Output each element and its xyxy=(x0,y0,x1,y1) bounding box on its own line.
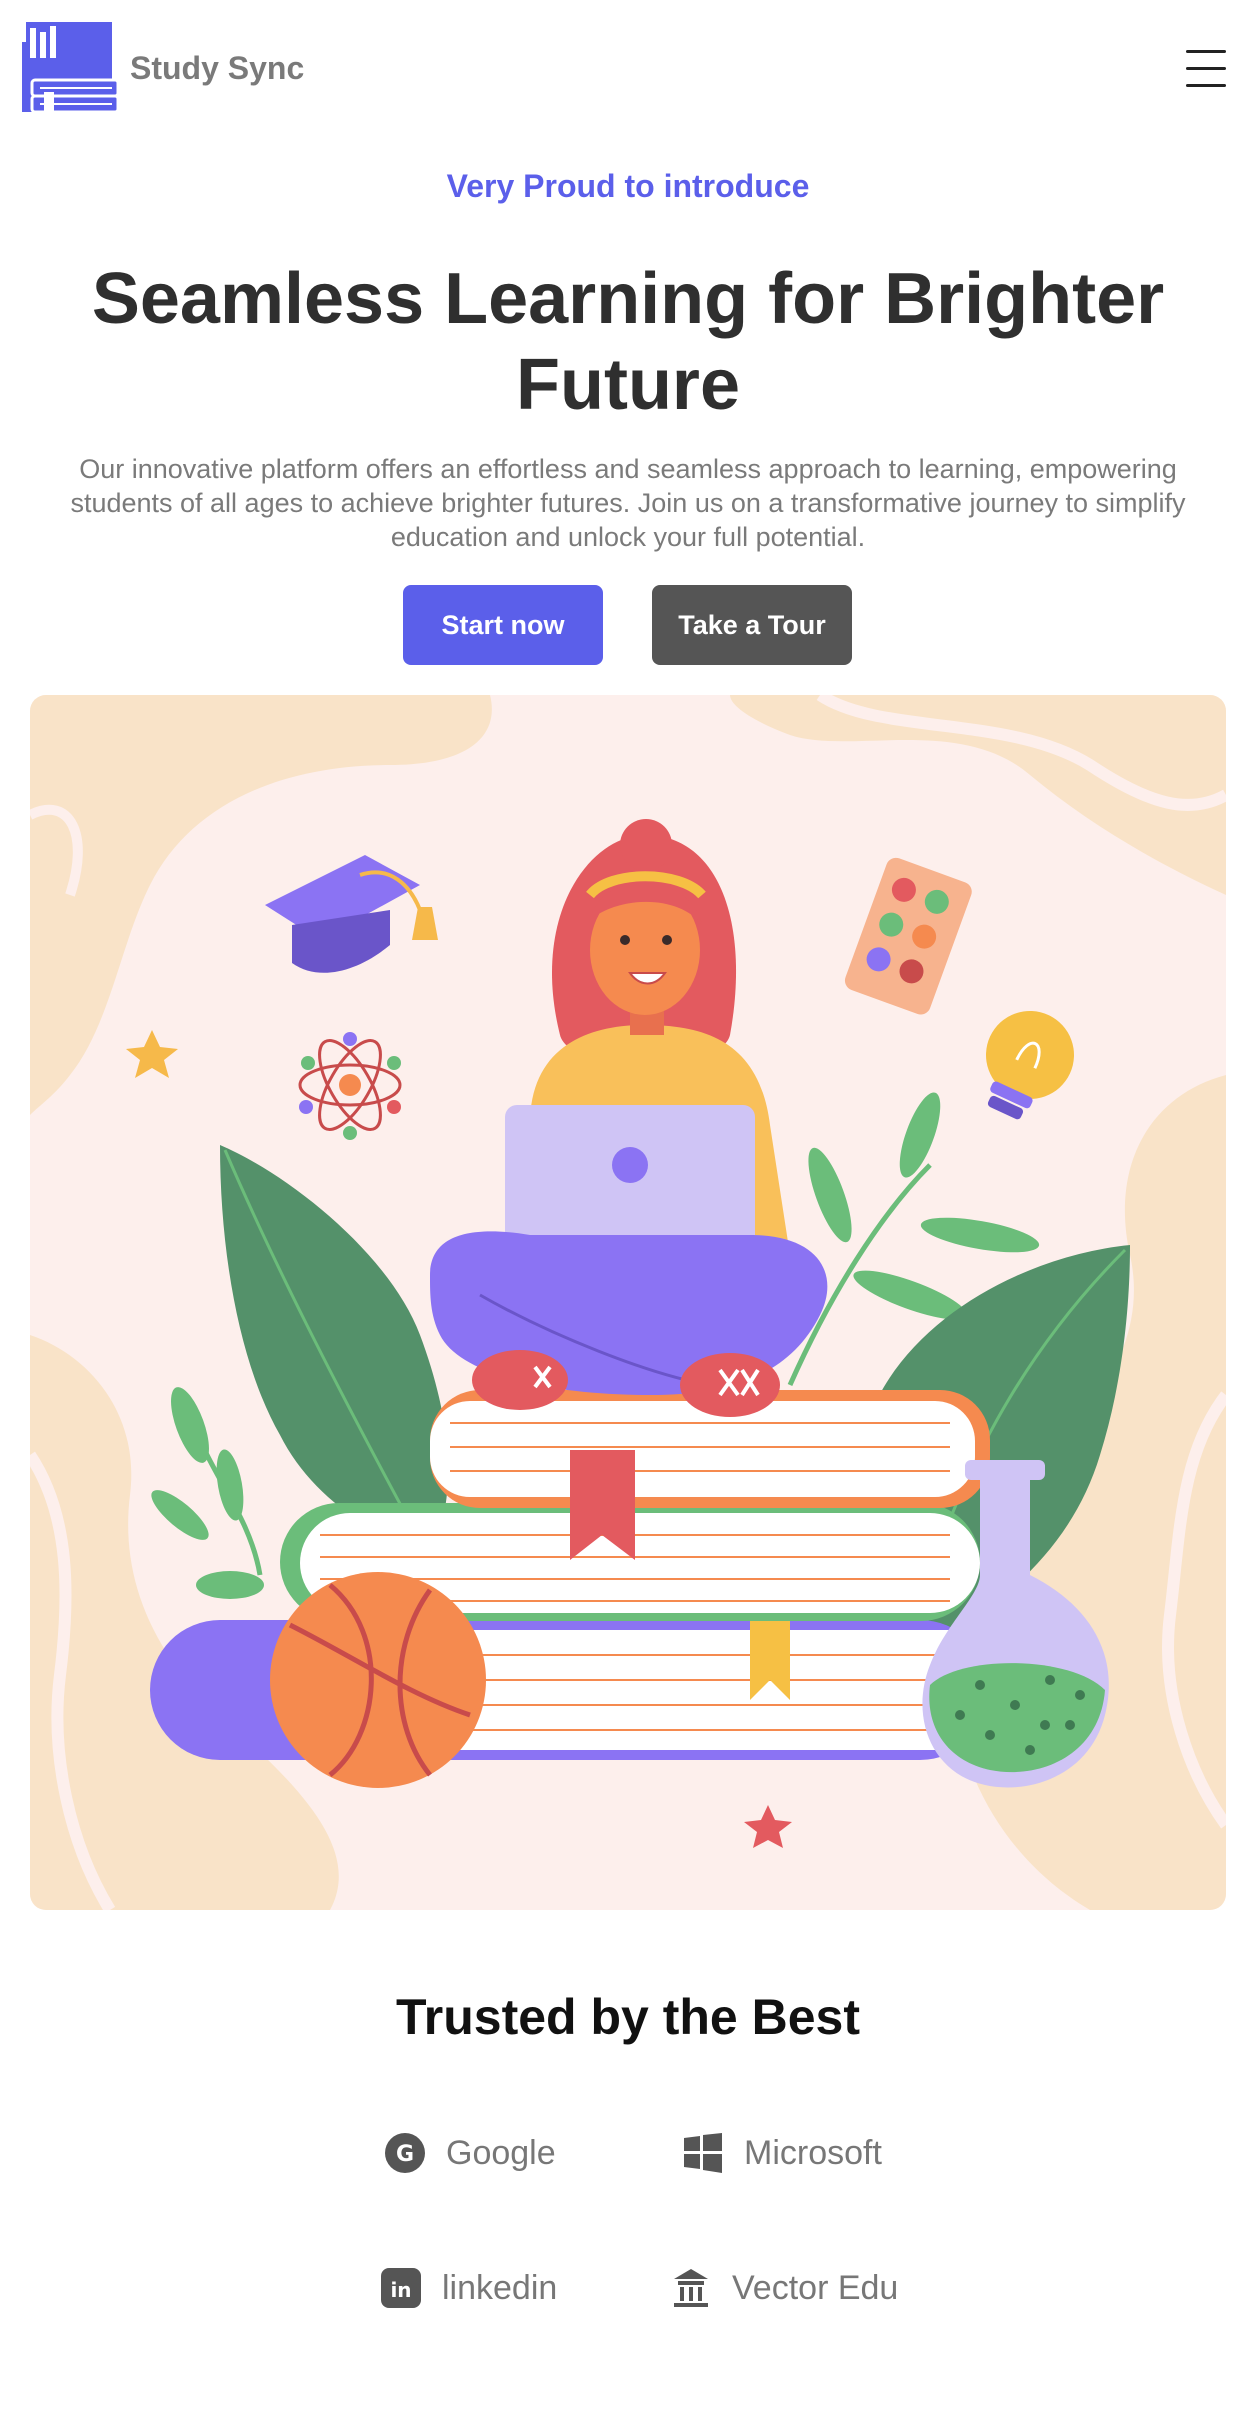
partner-name: linkedin xyxy=(442,2268,558,2307)
linkedin-icon: in xyxy=(380,2267,422,2309)
hamburger-menu-icon[interactable] xyxy=(1186,46,1226,92)
hero-headline: Seamless Learning for Brighter Future xyxy=(91,259,1165,425)
svg-text:in: in xyxy=(390,2278,411,2302)
partner-name: Google xyxy=(446,2133,556,2172)
partner-microsoft[interactable]: Microsoft xyxy=(682,2128,882,2178)
book-stack-logo[interactable] xyxy=(22,22,120,116)
building-icon xyxy=(670,2267,712,2309)
partner-name: Microsoft xyxy=(744,2133,882,2172)
svg-text:G: G xyxy=(396,2142,414,2167)
hero-eyebrow: Very Proud to introduce xyxy=(446,168,810,204)
take-a-tour-button[interactable]: Take a Tour xyxy=(652,585,852,665)
partner-google[interactable]: G Google xyxy=(384,2128,556,2178)
partner-linkedin[interactable]: in linkedin xyxy=(380,2263,557,2313)
google-icon: G xyxy=(384,2132,426,2174)
partner-name: Vector Edu xyxy=(732,2268,899,2307)
student-with-laptop-on-books-illustration xyxy=(30,695,1226,1910)
start-now-button[interactable]: Start now xyxy=(403,585,603,665)
brand-name[interactable]: Study Sync xyxy=(130,50,304,87)
trusted-title: Trusted by the Best xyxy=(396,1989,860,2045)
site-header: Study Sync xyxy=(0,0,1256,140)
microsoft-icon xyxy=(682,2132,724,2174)
partner-vector-edu[interactable]: Vector Edu xyxy=(670,2263,898,2313)
hero-description: Our innovative platform offers an effort… xyxy=(70,454,1186,552)
